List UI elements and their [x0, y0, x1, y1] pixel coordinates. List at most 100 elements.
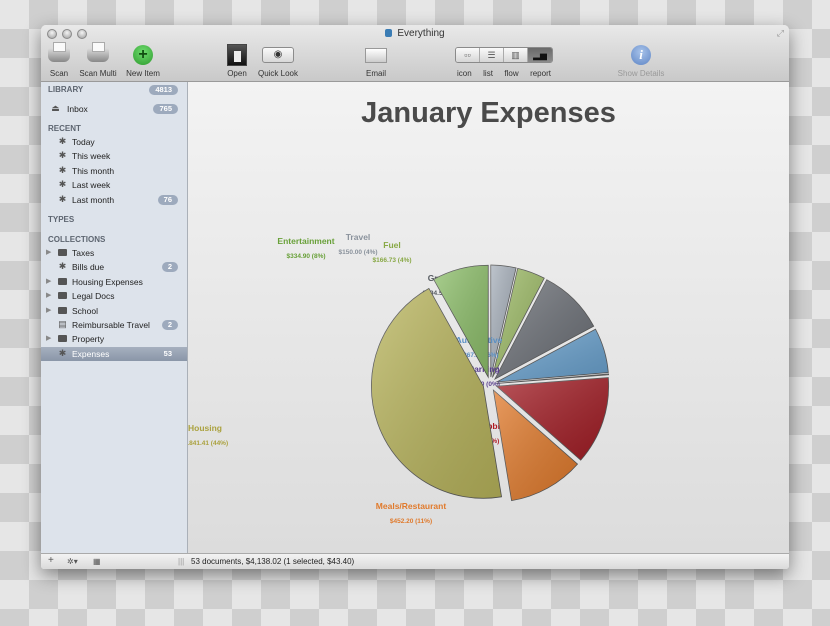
sidebar-item-collection[interactable]: ▶ Housing Expenses: [41, 275, 187, 289]
inbox-label: Inbox: [67, 104, 88, 114]
count-badge: 2: [161, 262, 178, 273]
sidebar-item-inbox[interactable]: ⏏ Inbox 765: [41, 102, 187, 116]
view-icon-label: icon: [457, 69, 472, 78]
gear-icon: ✱: [58, 179, 67, 190]
folder-icon: [58, 334, 67, 343]
slice-value-label: $150.00 (4%): [338, 249, 377, 256]
view-icon-button[interactable]: ▫▫: [456, 48, 480, 62]
slice-value-label: $452.20 (11%): [390, 518, 432, 525]
item-label: Bills due: [72, 262, 105, 273]
item-label: This week: [72, 151, 111, 162]
folder-icon: [58, 248, 67, 257]
gear-icon: ✱: [58, 261, 67, 272]
show-details-button[interactable]: i Show Details: [613, 44, 669, 78]
scan-multi-button[interactable]: Scan Multi: [77, 42, 119, 78]
gear-icon: ✱: [58, 150, 67, 161]
calendar-icon[interactable]: ▦: [93, 557, 101, 566]
sidebar-item-collection[interactable]: ▶ Legal Docs: [41, 289, 187, 303]
window-title-text: Everything: [397, 28, 445, 39]
slice-value-label: $166.73 (4%): [372, 257, 411, 264]
slice-label: Housing: [188, 423, 222, 433]
disclosure-triangle-icon[interactable]: ▶: [46, 246, 51, 260]
sidebar-item-recent[interactable]: ✱ This week: [41, 149, 187, 163]
disclosure-triangle-icon[interactable]: ▶: [46, 332, 51, 346]
types-heading: TYPES: [48, 215, 75, 224]
item-label: Today: [72, 137, 95, 147]
view-flow-button[interactable]: ▥: [504, 48, 528, 62]
sidebar-item-recent[interactable]: ✱ Last month 76: [41, 193, 187, 207]
info-icon: i: [631, 45, 651, 65]
scan-button[interactable]: Scan: [47, 42, 71, 78]
sidebar-item-recent[interactable]: ✱ Today: [41, 135, 187, 149]
sidebar-item-collection[interactable]: ▶ School: [41, 304, 187, 318]
sidebar-item-library[interactable]: LIBRARY 4813: [41, 83, 187, 97]
quick-look-button[interactable]: ◉ Quick Look: [255, 44, 301, 78]
view-switcher: ▫▫ ☰ ▥ ▂▅ icon list flow report: [454, 44, 554, 78]
count-badge: 53: [163, 348, 172, 358]
item-label: Reimbursable Travel: [72, 320, 150, 330]
slice-value-label: $334.90 (8%): [286, 253, 325, 260]
item-label: Last month: [72, 194, 115, 205]
library-count-badge: 4813: [149, 85, 178, 95]
slice-label: Fuel: [383, 240, 400, 250]
item-label: Housing Expenses: [72, 276, 143, 287]
show-details-label: Show Details: [617, 69, 665, 78]
item-label: Expenses: [72, 348, 110, 359]
gear-icon: ✱: [58, 136, 67, 146]
sidebar: LIBRARY 4813 ⏏ Inbox 765 RECENT ✱ Today ✱ This…: [41, 82, 188, 553]
sidebar-item-collection[interactable]: ▶ Taxes: [41, 246, 187, 260]
new-item-label: New Item: [126, 69, 160, 78]
view-report-button[interactable]: ▂▅: [528, 48, 552, 62]
email-button[interactable]: Email: [363, 44, 389, 78]
item-label: Property: [72, 334, 105, 345]
status-bar: + ✲▾ ▦ ||| 53 documents, $4,138.02 (1 se…: [41, 553, 789, 569]
open-label: Open: [227, 69, 247, 78]
new-item-button[interactable]: + New Item: [123, 44, 163, 78]
report-view: January Expenses Travel $150.00 (4%) Fuel $…: [188, 82, 789, 553]
recent-heading: RECENT: [48, 124, 81, 133]
item-label: Last week: [72, 180, 111, 191]
sidebar-item-recent[interactable]: ✱ Last week: [41, 178, 187, 192]
disclosure-triangle-icon[interactable]: ▶: [46, 289, 51, 303]
view-flow-label: flow: [504, 69, 519, 78]
open-button[interactable]: Open: [225, 44, 249, 78]
email-label: Email: [365, 69, 386, 78]
quick-look-label: Quick Look: [257, 69, 299, 78]
item-label: This month: [72, 165, 115, 176]
splitter-handle[interactable]: |||: [178, 557, 184, 566]
inbox-count-badge: 765: [153, 104, 178, 114]
fullscreen-icon[interactable]: ⤢: [777, 28, 784, 39]
gear-icon: ✱: [58, 164, 67, 175]
scanner-icon: [48, 42, 70, 62]
collections-heading: COLLECTIONS: [48, 235, 106, 244]
envelope-icon: [365, 47, 387, 63]
status-text: 53 documents, $4,138.02 (1 selected, $43…: [191, 557, 355, 566]
scan-multi-label: Scan Multi: [79, 69, 117, 78]
sidebar-item-collection[interactable]: ✱ Expenses 53: [41, 346, 187, 361]
toolbar: Everything ⤢ Scan Scan Multi + New Item O…: [41, 25, 789, 82]
gear-icon: ✱: [58, 193, 67, 204]
item-label: Taxes: [72, 248, 95, 258]
view-list-button[interactable]: ☰: [480, 48, 504, 62]
disclosure-triangle-icon[interactable]: ▶: [46, 275, 51, 289]
pie-chart: Travel$150.00 (4%)Fuel$166.73 (4%)Grocer…: [188, 232, 610, 525]
ledger-icon: ▤: [58, 319, 67, 329]
count-badge: 2: [161, 320, 178, 330]
window-title: Everything: [41, 28, 789, 39]
slice-label: Travel: [346, 232, 371, 242]
gear-icon: ✱: [58, 347, 67, 358]
app-window: Everything ⤢ Scan Scan Multi + New Item O…: [41, 25, 789, 569]
sidebar-item-collection[interactable]: ▶ Property: [41, 332, 187, 346]
count-badge: 76: [157, 194, 178, 205]
sidebar-item-collection[interactable]: ▤ Reimbursable Travel 2: [41, 318, 187, 332]
open-icon: [227, 44, 247, 66]
sidebar-item-collection[interactable]: ✱ Bills due 2: [41, 260, 187, 274]
view-list-label: list: [483, 69, 493, 78]
disclosure-triangle-icon[interactable]: ▶: [46, 304, 51, 318]
add-icon[interactable]: +: [48, 555, 54, 566]
document-icon: [385, 29, 393, 37]
item-label: School: [72, 305, 98, 316]
slice-label: Entertainment: [277, 236, 334, 246]
gear-menu-icon[interactable]: ✲▾: [67, 557, 78, 566]
sidebar-item-recent[interactable]: ✱ This month: [41, 164, 187, 178]
